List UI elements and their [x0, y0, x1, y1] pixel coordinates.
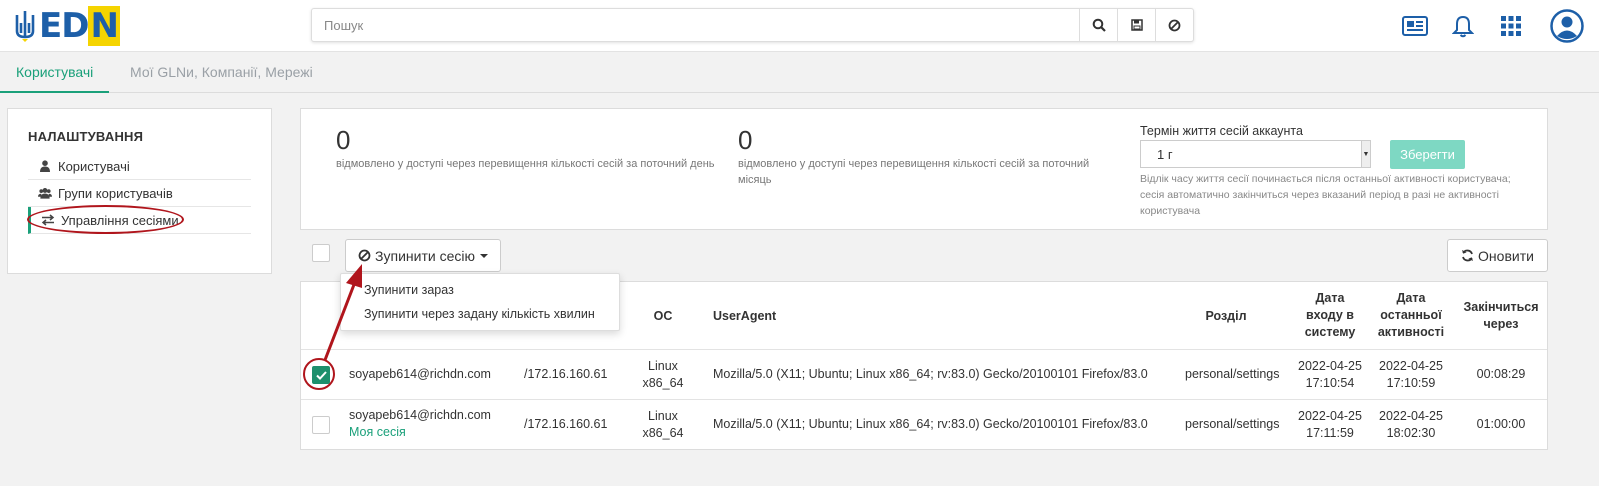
cell-ip: /172.16.160.61 — [524, 367, 608, 381]
denied-day-desc: відмовлено у доступі через перевищення к… — [336, 158, 715, 170]
search-button[interactable] — [1079, 9, 1117, 41]
top-icons — [1391, 0, 1599, 52]
apps-button[interactable] — [1487, 0, 1535, 52]
cell-email: soyapeb614@richdn.com — [349, 367, 491, 381]
logo-text-ed: ED — [39, 6, 89, 46]
ban-icon — [1168, 19, 1181, 31]
cell-ends-in: 01:00:00 — [1476, 417, 1526, 431]
refresh-button[interactable]: Оновити — [1447, 239, 1548, 272]
header-login-date: Дата входу в систему — [1304, 291, 1356, 339]
header-last-activity: Дата останньої активності — [1377, 291, 1445, 339]
check-icon — [315, 370, 327, 380]
row-divider — [301, 399, 1547, 400]
cell-section: personal/settings — [1185, 367, 1280, 381]
denied-month-desc: відмовлено у доступі через перевищення к… — [738, 158, 1090, 186]
cell-os: Linux x86_64 — [642, 409, 684, 440]
ban-icon — [358, 249, 371, 262]
cell-email: soyapeb614@richdn.com Моя сесія — [349, 408, 491, 439]
session-ttl-help: Відлік часу життя сесії починається післ… — [1140, 173, 1511, 217]
bell-icon — [1452, 15, 1474, 38]
save-search-button[interactable] — [1117, 9, 1155, 41]
row-checkbox[interactable] — [312, 366, 330, 384]
row-checkbox[interactable] — [312, 416, 330, 434]
top-bar: EDN — [0, 0, 1599, 52]
notifications-button[interactable] — [1439, 0, 1487, 52]
cell-ip: /172.16.160.61 — [524, 417, 608, 431]
cell-useragent: Mozilla/5.0 (X11; Ubuntu; Linux x86_64; … — [713, 367, 1148, 381]
sidebar-item-label: Користувачі — [58, 158, 130, 174]
save-button[interactable]: Зберегти — [1390, 140, 1465, 169]
cell-last-activity: 2022-04-25 17:10:59 — [1379, 359, 1443, 390]
trident-icon — [15, 11, 35, 42]
denied-day-count: 0 — [336, 125, 351, 155]
cell-last-activity: 2022-04-25 18:02:30 — [1379, 409, 1443, 440]
select-all-checkbox[interactable] — [312, 244, 330, 262]
cell-ends-in: 00:08:29 — [1476, 367, 1526, 381]
save-icon — [1130, 19, 1143, 31]
settings-title: НАЛАШТУВАННЯ — [28, 129, 144, 144]
tab-bar: Користувачі Мої GLNи, Компанії, Мережі — [0, 52, 1599, 93]
tab-gln-companies-networks[interactable]: Мої GLNи, Компанії, Мережі — [114, 52, 329, 93]
clear-search-button[interactable] — [1155, 9, 1193, 41]
menu-item-stop-now[interactable]: Зупинити зараз — [341, 278, 619, 302]
denied-month-count: 0 — [738, 125, 753, 155]
session-ttl-select[interactable]: 1 г ▼ — [1140, 140, 1371, 168]
menu-item-stop-after-minutes[interactable]: Зупинити через задану кількість хвилин — [341, 302, 619, 326]
header-section: Розділ — [1205, 309, 1247, 323]
grid-icon — [1501, 16, 1521, 36]
sidebar-item-user-groups[interactable]: Групи користувачів — [28, 180, 251, 207]
cell-login-date: 2022-04-25 17:10:54 — [1298, 359, 1362, 390]
caret-down-icon — [479, 253, 488, 258]
row-divider — [301, 349, 1547, 350]
session-ttl-label: Термін життя сесій аккаунта — [1140, 124, 1303, 138]
select-arrow-icon: ▼ — [1361, 141, 1370, 167]
news-button[interactable] — [1391, 0, 1439, 52]
cell-login-date: 2022-04-25 17:11:59 — [1298, 409, 1362, 440]
my-session-label: Моя сесія — [349, 425, 406, 439]
session-stats-panel: 0 відмовлено у доступі через перевищення… — [300, 108, 1548, 230]
exchange-icon — [41, 213, 55, 227]
search-icon — [1092, 18, 1106, 32]
sidebar-item-session-management[interactable]: Управління сесіями — [28, 207, 251, 234]
newspaper-icon — [1402, 16, 1428, 36]
sidebar-item-users[interactable]: Користувачі — [28, 153, 251, 180]
header-useragent: UserAgent — [713, 309, 777, 323]
user-avatar-icon — [1550, 9, 1584, 43]
search-input[interactable] — [312, 9, 1079, 41]
cell-section: personal/settings — [1185, 417, 1280, 431]
sidebar-item-label: Управління сесіями — [61, 212, 179, 228]
header-ends-in: Закінчиться через — [1463, 300, 1539, 331]
header-os: ОС — [653, 309, 673, 323]
logo-text-n: N — [88, 6, 120, 46]
logo[interactable]: EDN — [14, 6, 120, 46]
refresh-icon — [1462, 249, 1474, 262]
settings-menu: Користувачі Групи користувачів Управлінн… — [28, 153, 251, 234]
stop-session-button[interactable]: Зупинити сесію — [345, 239, 501, 272]
users-icon — [38, 186, 52, 200]
sidebar-item-label: Групи користувачів — [58, 185, 173, 201]
cell-useragent: Mozilla/5.0 (X11; Ubuntu; Linux x86_64; … — [713, 417, 1148, 431]
tab-users[interactable]: Користувачі — [0, 52, 110, 93]
search-bar — [311, 8, 1194, 42]
cell-os: Linux x86_64 — [642, 359, 684, 390]
user-menu-button[interactable] — [1535, 0, 1599, 52]
user-icon — [38, 159, 52, 173]
settings-panel: НАЛАШТУВАННЯ Користувачі Групи користува… — [7, 108, 272, 274]
stop-session-dropdown: Зупинити зараз Зупинити через задану кіл… — [340, 273, 620, 331]
